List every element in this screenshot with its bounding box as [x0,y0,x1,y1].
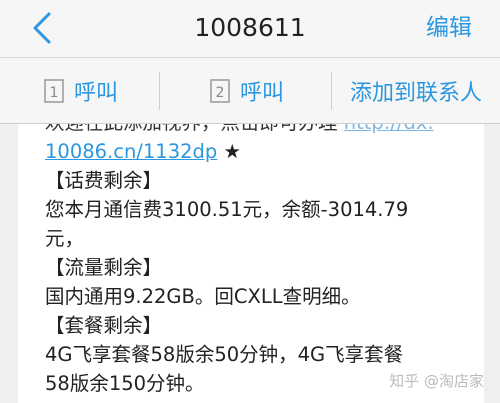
message-line: 【话费剩余】 [45,169,163,192]
message-text: 欢迎在此添加视界，点击即可办理 http://dx. 10086.cn/1132… [45,124,475,398]
call-sim1-label: 呼叫 [73,80,118,106]
svg-text:1: 1 [50,85,59,101]
watermark: 知乎 @淘店家 [389,372,484,390]
message-line: 10086.cn/1132dp ★ [45,137,475,166]
edit-button[interactable]: 编辑 [426,0,472,58]
top-bar: 1008611 编辑 [0,0,500,58]
call-sim2-button[interactable]: 2 呼叫 [160,58,332,123]
message-line: 元， [45,227,85,250]
svg-text:2: 2 [216,85,225,101]
add-to-contacts-button[interactable]: 添加到联系人 [332,58,500,123]
message-link-partial[interactable]: http://dx. [344,124,434,134]
call-sim2-label: 呼叫 [239,80,284,106]
message-line: 国内通用9.22GB。回CXLL查明细。 [45,285,361,308]
message-line: 【套餐剩余】 [45,314,163,337]
contact-number-title: 1008611 [194,13,306,42]
call-sim1-button[interactable]: 1 呼叫 [0,58,160,123]
message-line: 4G飞享套餐58版余50分钟，4G飞享套餐 [45,343,404,366]
message-line: 您本月通信费3100.51元，余额-3014.79 [45,198,409,221]
message-line: 【流量剩余】 [45,256,163,279]
message-link[interactable]: 10086.cn/1132dp [45,140,217,163]
message-bubble: 欢迎在此添加视界，点击即可办理 http://dx. 10086.cn/1132… [18,124,484,403]
sim-card-2-icon: 2 [210,78,230,103]
sim-card-1-icon: 1 [44,78,64,103]
message-partial-text: 欢迎在此添加视界，点击即可办理 [45,124,338,134]
action-bar: 1 呼叫 2 呼叫 添加到联系人 [0,58,500,124]
message-line: 欢迎在此添加视界，点击即可办理 http://dx. [45,124,475,137]
star-glyph: ★ [217,140,241,163]
